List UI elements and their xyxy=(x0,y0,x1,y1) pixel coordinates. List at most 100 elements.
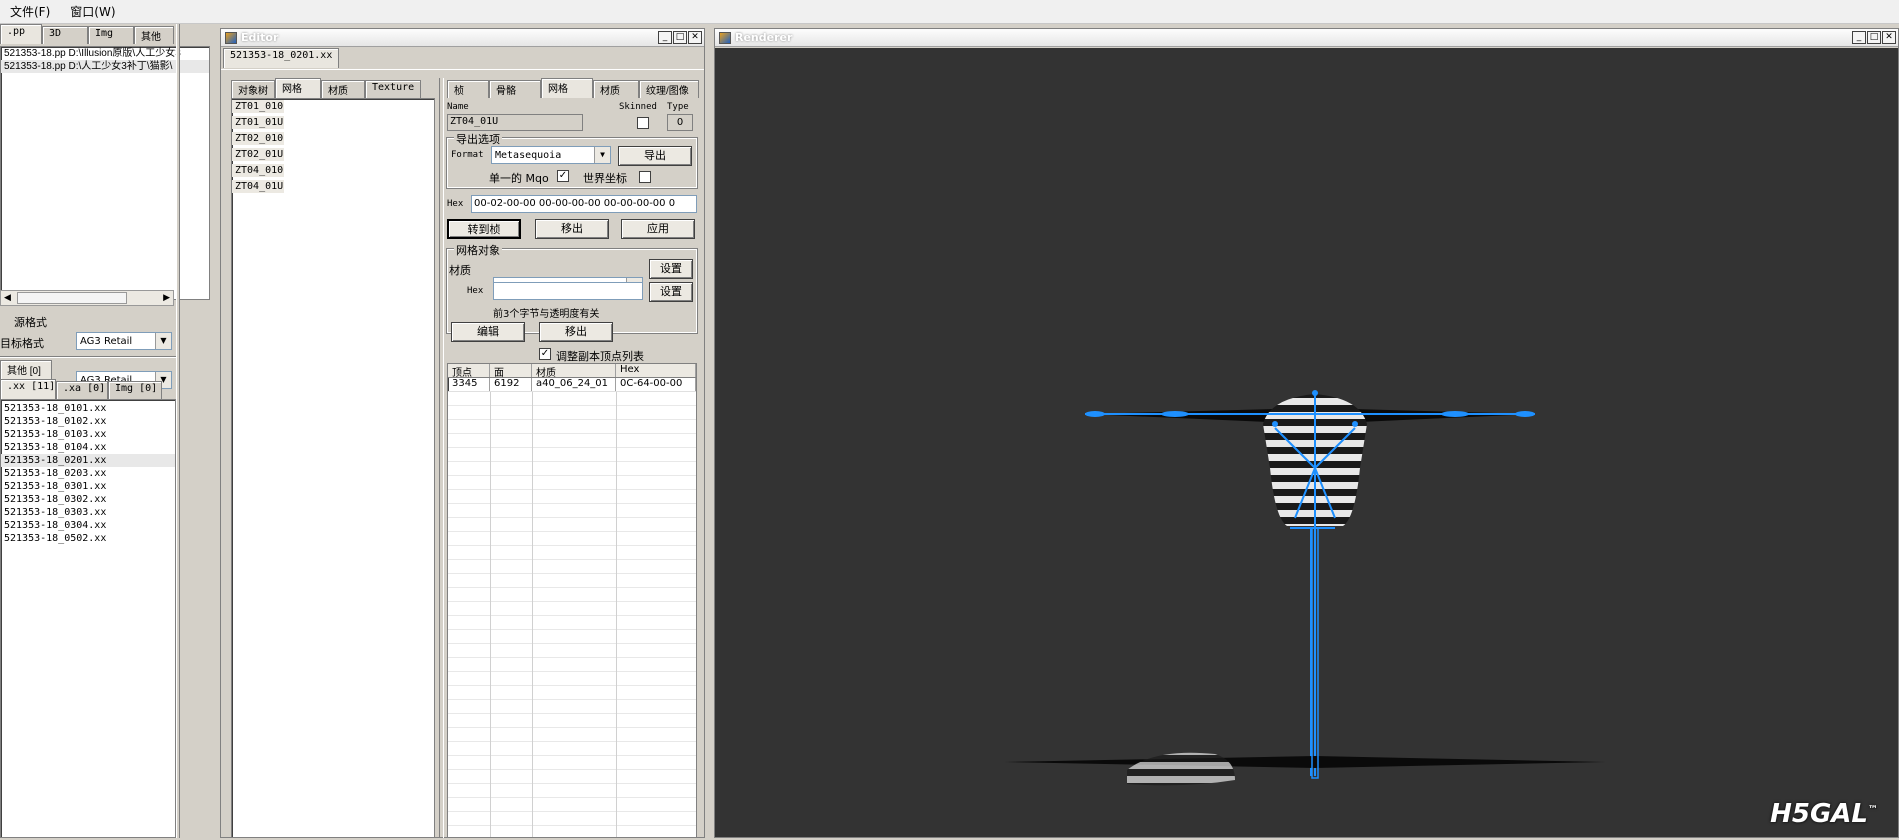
source-format-label: 源格式 xyxy=(14,316,47,329)
tab-frame[interactable]: 桢 xyxy=(447,80,489,98)
left-top-tabs: .pp 3D Img 其他 xyxy=(0,24,176,44)
renderer-titlebar[interactable]: Renderer _ □ ✕ xyxy=(715,29,1898,47)
world-coords-label: 世界坐标 xyxy=(583,172,627,185)
vertical-splitter[interactable] xyxy=(439,78,444,838)
mesh-list[interactable]: ZT01_010 ZT01_01U ZT02_010 ZT02_01U ZT04_010… xyxy=(231,98,435,838)
menu-window[interactable]: 窗口(W) xyxy=(66,1,119,22)
target-format-label: 目标格式 xyxy=(0,337,44,350)
editor-title: Editor xyxy=(241,31,279,44)
hex-field[interactable]: 00-02-00-00 00-00-00-00 00-00-00-00 0 xyxy=(471,195,697,213)
tab-3d[interactable]: 3D xyxy=(42,26,88,44)
export-options-label: 导出选项 xyxy=(454,131,502,147)
tab-object-tree[interactable]: 对象树 xyxy=(231,80,275,98)
menu-file[interactable]: 文件(F) xyxy=(6,1,54,22)
doc-area: 对象树 网格 材质 Texture ZT01_010 ZT01_01U ZT02_0… xyxy=(221,69,704,838)
grid-header-cell[interactable]: 材质 xyxy=(532,364,616,377)
tab-material[interactable]: 材质 xyxy=(321,80,365,98)
hex2-field[interactable] xyxy=(493,282,643,300)
tab-pp[interactable]: .pp xyxy=(0,24,42,44)
tab-img[interactable]: Img xyxy=(88,26,134,44)
tab-xa[interactable]: .xa [0] xyxy=(56,381,108,399)
model-render xyxy=(1005,390,1605,786)
list-item[interactable]: 521353-18_0104.xx xyxy=(1,441,175,454)
tab-img-files[interactable]: Img [0] xyxy=(108,381,162,399)
scroll-right-icon[interactable]: ▶ xyxy=(160,293,173,303)
tab-mat[interactable]: 材质 xyxy=(593,80,639,98)
apply-button[interactable]: 应用 xyxy=(621,219,695,239)
minimize-icon[interactable]: _ xyxy=(1852,31,1866,44)
export-button[interactable]: 导出 xyxy=(618,146,692,166)
chevron-down-icon: ▼ xyxy=(155,333,171,349)
3d-viewport[interactable]: H5GAL™ xyxy=(715,48,1898,837)
tab-bone[interactable]: 骨骼 xyxy=(489,80,541,98)
tab-xx[interactable]: .xx [11] xyxy=(0,379,56,399)
remove-frame-button[interactable]: 移出 xyxy=(535,219,609,239)
xx-file-items: 521353-18_0101.xx 521353-18_0102.xx 521353… xyxy=(1,402,175,545)
list-item[interactable]: 521353-18_0302.xx xyxy=(1,493,175,506)
tab-mesh-props[interactable]: 网格 xyxy=(541,78,593,98)
minimize-icon[interactable]: _ xyxy=(658,31,672,44)
close-icon[interactable]: ✕ xyxy=(1882,31,1896,44)
chevron-down-icon: ▼ xyxy=(594,147,610,163)
splitter[interactable] xyxy=(176,24,180,838)
list-item[interactable]: ZT01_01U xyxy=(232,116,284,129)
tab-texture-image[interactable]: 纹理/图像 xyxy=(639,80,699,98)
editor-titlebar[interactable]: Editor _ □ ✕ xyxy=(221,29,704,47)
grid-header-cell[interactable]: 顶点 xyxy=(448,364,490,377)
table-row[interactable]: 3345 6192 a40_06_24_01 0C-64-00-00 xyxy=(448,378,696,392)
adjust-copy-checkbox[interactable]: ✓ xyxy=(539,348,551,360)
source-format-select[interactable]: AG3 Retail ▼ xyxy=(76,332,172,350)
single-mqo-checkbox[interactable]: ✓ xyxy=(557,170,569,182)
editor-window: Editor _ □ ✕ 521353-18_0201.xx 对象树 网格 材质… xyxy=(220,28,705,838)
tab-other-files[interactable]: 其他 [0] xyxy=(0,360,52,380)
list-item[interactable]: 521353-18_0304.xx xyxy=(1,519,175,532)
set-material-button[interactable]: 设置 xyxy=(649,259,693,279)
list-item[interactable]: 521353-18_0301.xx xyxy=(1,480,175,493)
set-hex-button[interactable]: 设置 xyxy=(649,282,693,302)
list-item[interactable]: ZT04_01U xyxy=(232,180,284,193)
maximize-icon[interactable]: □ xyxy=(1867,31,1881,44)
skinned-label: Skinned xyxy=(619,102,657,112)
list-item[interactable]: ZT02_010 xyxy=(232,132,284,145)
list-item[interactable]: 521353-18_0502.xx xyxy=(1,532,175,545)
scroll-thumb[interactable] xyxy=(17,292,127,304)
world-coords-checkbox[interactable] xyxy=(639,171,651,183)
edit-button[interactable]: 编辑 xyxy=(451,322,525,342)
name-field[interactable]: ZT04_01U xyxy=(447,114,583,131)
adjust-copy-label: 调整副本顶点列表 xyxy=(556,350,644,363)
tab-other[interactable]: 其他 xyxy=(134,26,174,44)
grid-header-cell[interactable]: Hex xyxy=(616,364,696,377)
maximize-icon[interactable]: □ xyxy=(673,31,687,44)
app-icon xyxy=(225,31,237,44)
file-type-tabs: .xx [11] .xa [0] Img [0] xyxy=(0,379,162,399)
list-item[interactable]: ZT02_01U xyxy=(232,148,284,161)
goto-frame-button[interactable]: 转到桢 xyxy=(447,219,521,239)
list-item[interactable]: ZT01_010 xyxy=(232,100,284,113)
tab-document[interactable]: 521353-18_0201.xx xyxy=(223,48,339,68)
remove-mesh-button[interactable]: 移出 xyxy=(539,322,613,342)
list-item[interactable]: ZT04_010 xyxy=(232,164,284,177)
tab-mesh[interactable]: 网格 xyxy=(275,78,321,98)
submesh-grid[interactable]: 顶点 面 材质 Hex 3345 6192 a40_06_24_01 0C-64… xyxy=(447,363,697,838)
skinned-checkbox[interactable] xyxy=(637,117,649,129)
type-label: Type xyxy=(667,102,689,112)
list-item[interactable]: 521353-18_0102.xx xyxy=(1,415,175,428)
list-item[interactable]: 521353-18_0303.xx xyxy=(1,506,175,519)
scroll-left-icon[interactable]: ◀ xyxy=(1,293,14,303)
xx-file-list[interactable]: 521353-18_0101.xx 521353-18_0102.xx 521353… xyxy=(0,399,176,838)
app-icon xyxy=(719,31,731,44)
format-label: Format xyxy=(451,150,484,160)
list-item[interactable]: 521353-18_0103.xx xyxy=(1,428,175,441)
list-item[interactable]: 521353-18_0201.xx xyxy=(1,454,175,467)
close-icon[interactable]: ✕ xyxy=(688,31,702,44)
horizontal-scrollbar[interactable]: ◀ ▶ xyxy=(0,290,174,306)
list-item[interactable]: 521353-18_0101.xx xyxy=(1,402,175,415)
type-field[interactable]: 0 xyxy=(667,114,693,131)
tab-texture[interactable]: Texture xyxy=(365,80,421,98)
grid-header-cell[interactable]: 面 xyxy=(490,364,532,377)
format-select[interactable]: Metasequoia ▼ xyxy=(491,146,611,164)
list-item[interactable]: 521353-18_0203.xx xyxy=(1,467,175,480)
window-buttons: _ □ ✕ xyxy=(1852,31,1898,44)
other-tab-row: 其他 [0] xyxy=(0,360,52,380)
left-panel: .pp 3D Img 其他 521353-18.pp D:\Illusion原版… xyxy=(0,24,210,838)
